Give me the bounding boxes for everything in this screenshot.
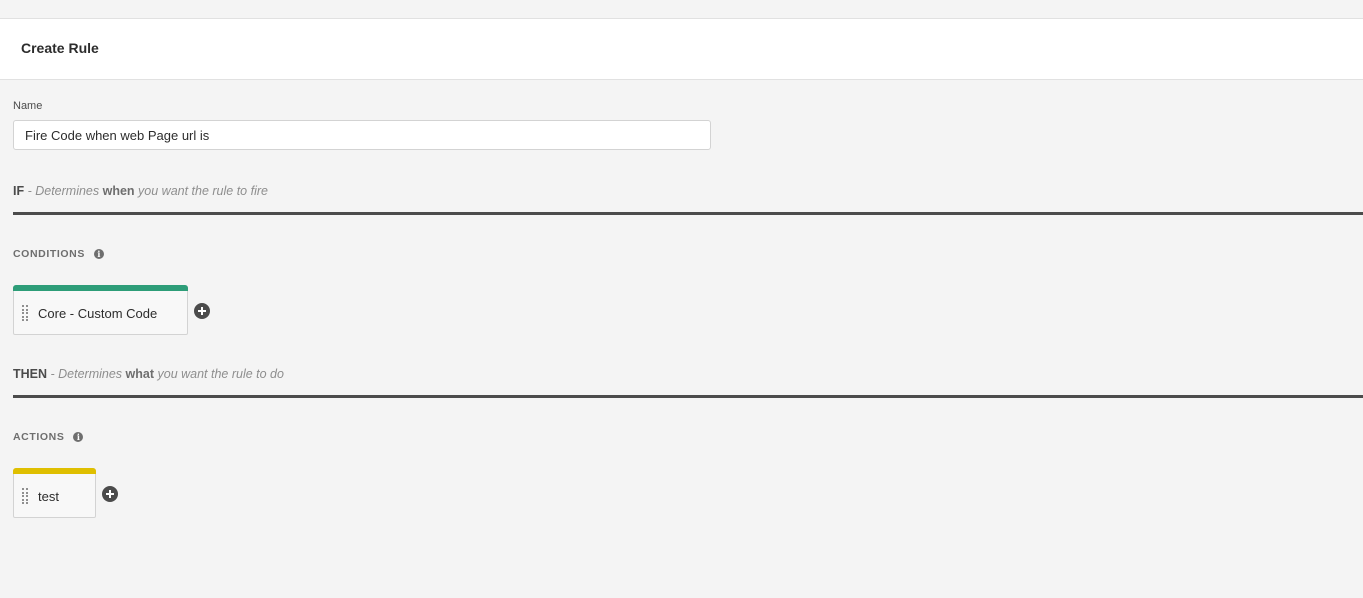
if-desc-before: - Determines (24, 184, 103, 198)
add-action-button[interactable] (102, 486, 118, 502)
rule-name-input[interactable] (13, 120, 711, 150)
action-card[interactable]: test (13, 468, 96, 518)
if-desc-after: you want the rule to fire (134, 184, 268, 198)
if-section-heading: IF - Determines when you want the rule t… (13, 184, 268, 198)
info-icon[interactable]: i (73, 432, 84, 442)
conditions-label: CONDITIONS (13, 248, 85, 260)
action-card-accent (13, 468, 96, 474)
then-desc-emphasis: what (125, 367, 155, 381)
then-description: - Determines what you want the rule to d… (47, 367, 284, 381)
then-divider (13, 395, 1363, 398)
condition-card[interactable]: Core - Custom Code (13, 285, 188, 335)
name-label: Name (13, 100, 43, 112)
page-title: Create Rule (21, 40, 99, 56)
if-keyword: IF (13, 184, 25, 198)
add-condition-button[interactable] (194, 303, 210, 319)
actions-label: ACTIONS (13, 431, 65, 443)
top-strip (0, 0, 1363, 19)
drag-handle-icon[interactable] (22, 305, 28, 321)
condition-card-label: Core - Custom Code (38, 305, 158, 321)
page-header: Create Rule (0, 19, 1363, 80)
info-icon[interactable]: i (93, 249, 104, 259)
then-desc-before: - Determines (47, 367, 126, 381)
then-keyword: THEN (13, 367, 48, 381)
then-desc-after: you want the rule to do (154, 367, 284, 381)
drag-handle-icon[interactable] (22, 488, 28, 504)
conditions-heading: CONDITIONS i (13, 248, 104, 260)
actions-heading: ACTIONS i (13, 431, 84, 443)
if-description: - Determines when you want the rule to f… (24, 184, 268, 198)
action-card-label: test (38, 488, 59, 504)
if-divider (13, 212, 1363, 215)
if-desc-emphasis: when (102, 184, 135, 198)
condition-card-accent (13, 285, 188, 291)
then-section-heading: THEN - Determines what you want the rule… (13, 367, 284, 381)
